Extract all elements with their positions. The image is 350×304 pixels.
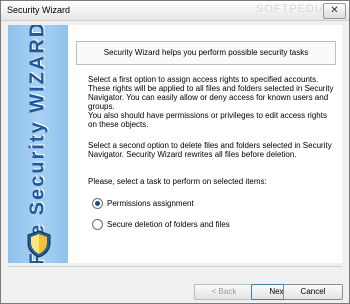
option-label[interactable]: Secure deletion of folders and files — [107, 220, 230, 229]
content-area: File Security WIZARD Security Wizard hel… — [8, 25, 342, 263]
description-second-option: Select a second option to delete files a… — [88, 141, 332, 159]
window-title: Security Wizard — [7, 5, 71, 15]
para1b-text: You also should have permissions or priv… — [88, 111, 327, 129]
radio-button-checked[interactable] — [92, 198, 103, 209]
watermark: SOFTPEDIA — [256, 3, 328, 15]
title-bar: Security Wizard SOFTPEDIA ✕ — [1, 1, 349, 21]
cancel-button[interactable]: Cancel — [283, 284, 343, 300]
header-box: Security Wizard helps you perform possib… — [76, 41, 336, 65]
description-first-option: Select a first option to assign access r… — [88, 75, 338, 129]
back-button[interactable]: < Back — [194, 284, 254, 300]
main-panel: Security Wizard helps you perform possib… — [76, 31, 338, 259]
wizard-window: Security Wizard SOFTPEDIA ✕ File Securit… — [0, 0, 350, 304]
shield-icon — [27, 230, 51, 258]
footer-divider — [8, 266, 342, 267]
close-button[interactable]: ✕ — [323, 3, 346, 19]
para1-text: Select a first option to assign access r… — [88, 75, 334, 111]
header-text: Security Wizard helps you perform possib… — [103, 48, 309, 57]
side-banner: File Security WIZARD — [8, 25, 68, 263]
option-label[interactable]: Permissions assignment — [107, 199, 194, 208]
radio-button-unchecked[interactable] — [92, 219, 103, 230]
side-banner-title: File Security WIZARD — [26, 25, 49, 263]
task-prompt: Please, select a task to perform on sele… — [88, 177, 267, 186]
